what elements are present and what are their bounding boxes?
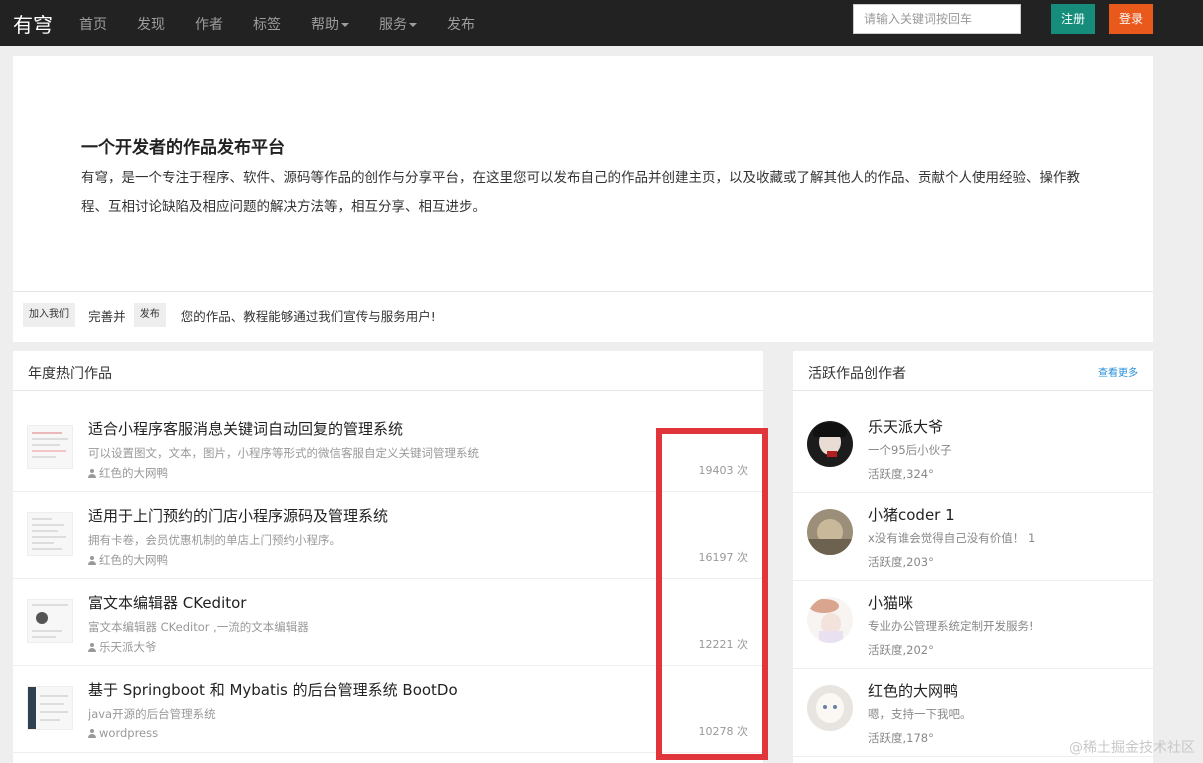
- avatar[interactable]: [807, 597, 853, 643]
- author-item[interactable]: 小猫咪 专业办公管理系统定制开发服务! 活跃度,202°: [793, 581, 1153, 669]
- user-icon: [88, 643, 96, 652]
- register-button[interactable]: 注册: [1051, 4, 1095, 34]
- login-button[interactable]: 登录: [1109, 4, 1153, 34]
- nav-services-dropdown[interactable]: 服务: [379, 14, 417, 34]
- nav-authors[interactable]: 作者: [195, 14, 223, 34]
- work-author[interactable]: wordpress: [88, 726, 158, 740]
- author-activity: 活跃度,203°: [868, 555, 934, 569]
- divider: [13, 291, 1153, 292]
- join-text-suffix: 您的作品、教程能够通过我们宣传与服务用户!: [180, 308, 436, 324]
- author-name[interactable]: 小猫咪: [868, 592, 913, 613]
- thumb-sidebar: [28, 687, 36, 729]
- author-bio: 嗯，支持一下我吧。: [868, 707, 972, 721]
- work-item[interactable]: 适合小程序客服消息关键词自动回复的管理系统 可以设置图文，文本，图片，小程序等形…: [13, 405, 763, 492]
- work-author-name: 红色的大网鸭: [99, 553, 168, 567]
- nav-help-dropdown[interactable]: 帮助: [311, 14, 349, 34]
- hot-works-panel: 年度热门作品 适合小程序客服消息关键词自动回复的管理系统 可以设置图文，文本，图…: [13, 351, 763, 763]
- work-description: 可以设置图文，文本，图片，小程序等形式的微信客服自定义关键词管理系统: [88, 446, 479, 460]
- hero-title: 一个开发者的作品发布平台: [81, 138, 285, 158]
- work-item[interactable]: 基于 Springboot 和 Mybatis 的后台管理系统 BootDo j…: [13, 666, 763, 753]
- join-text-prefix: 完善并: [88, 308, 126, 324]
- work-author[interactable]: 乐天派大爷: [88, 639, 157, 655]
- work-description: 富文本编辑器 CKeditor ,一流的文本编辑器: [88, 620, 309, 634]
- panel-header: 活跃作品创作者 查看更多: [793, 351, 1153, 391]
- work-description: 拥有卡卷，会员优惠机制的单店上门预约小程序。: [88, 533, 341, 547]
- author-item[interactable]: 乐天派大爷 一个95后小伙子 活跃度,324°: [793, 405, 1153, 493]
- view-count: 19403 次: [698, 464, 749, 477]
- top-navbar: 有穹 首页 发现 作者 标签 帮助 服务 发布 注册 登录: [0, 0, 1203, 46]
- nav-help-label: 帮助: [311, 17, 339, 33]
- panel-header: 年度热门作品: [13, 351, 763, 391]
- nav-publish[interactable]: 发布: [447, 14, 475, 34]
- work-author[interactable]: 红色的大网鸭: [88, 552, 168, 568]
- active-authors-panel: 活跃作品创作者 查看更多 乐天派大爷 一个95后小伙子 活跃度,324° 小猪c…: [793, 351, 1153, 763]
- author-activity: 活跃度,178°: [868, 731, 934, 745]
- work-thumbnail[interactable]: [27, 599, 73, 643]
- thumb-graphic: [36, 612, 48, 624]
- author-activity: 活跃度,202°: [868, 643, 934, 657]
- work-title[interactable]: 适用于上门预约的门店小程序源码及管理系统: [88, 505, 388, 526]
- join-us-button[interactable]: 加入我们: [23, 303, 75, 327]
- nav-services-label: 服务: [379, 17, 407, 33]
- work-thumbnail[interactable]: [27, 512, 73, 556]
- join-bar: 加入我们 完善并 发布 您的作品、教程能够通过我们宣传与服务用户!: [23, 303, 436, 329]
- user-icon: [88, 729, 96, 738]
- see-more-link[interactable]: 查看更多: [1098, 364, 1138, 379]
- author-item[interactable]: 小猪coder 1 x没有谁会觉得自己没有价值！ 1 活跃度,203°: [793, 493, 1153, 581]
- avatar[interactable]: [807, 421, 853, 467]
- view-count: 10278 次: [698, 725, 749, 738]
- work-author[interactable]: 红色的大网鸭: [88, 465, 168, 481]
- author-name[interactable]: 小猪coder 1: [868, 504, 955, 525]
- nav-home[interactable]: 首页: [79, 14, 107, 34]
- work-item[interactable]: 富文本编辑器 CKeditor 富文本编辑器 CKeditor ,一流的文本编辑…: [13, 579, 763, 666]
- avatar[interactable]: [807, 685, 853, 731]
- author-activity: 活跃度,324°: [868, 467, 934, 481]
- work-author-name: wordpress: [99, 726, 159, 740]
- nav-tags[interactable]: 标签: [253, 14, 281, 34]
- brand-logo[interactable]: 有穹: [13, 9, 53, 38]
- work-author-name: 红色的大网鸭: [99, 466, 168, 480]
- work-thumbnail[interactable]: [27, 425, 73, 469]
- work-title[interactable]: 适合小程序客服消息关键词自动回复的管理系统: [88, 418, 403, 439]
- watermark: @稀土掘金技术社区: [1069, 740, 1195, 756]
- author-bio: 一个95后小伙子: [868, 443, 952, 457]
- user-icon: [88, 556, 96, 565]
- work-title[interactable]: 富文本编辑器 CKeditor: [88, 592, 246, 613]
- work-thumbnail[interactable]: [27, 686, 73, 730]
- hot-works-title: 年度热门作品: [28, 366, 112, 382]
- author-bio: x没有谁会觉得自己没有价值！ 1: [868, 531, 1036, 545]
- chevron-down-icon: [341, 23, 349, 27]
- work-item[interactable]: 适用于上门预约的门店小程序源码及管理系统 拥有卡卷，会员优惠机制的单店上门预约小…: [13, 492, 763, 579]
- work-author-name: 乐天派大爷: [99, 640, 157, 654]
- author-name[interactable]: 乐天派大爷: [868, 416, 943, 437]
- avatar[interactable]: [807, 509, 853, 555]
- user-icon: [88, 469, 96, 478]
- search-input[interactable]: [853, 4, 1021, 34]
- hero-description: 有穹，是一个专注于程序、软件、源码等作品的创作与分享平台，在这里您可以发布自己的…: [81, 170, 1080, 215]
- chevron-down-icon: [409, 23, 417, 27]
- hero-section: 一个开发者的作品发布平台 有穹，是一个专注于程序、软件、源码等作品的创作与分享平…: [13, 56, 1153, 342]
- author-bio: 专业办公管理系统定制开发服务!: [868, 619, 1034, 633]
- publish-tag-button[interactable]: 发布: [133, 303, 166, 327]
- view-count: 12221 次: [698, 638, 749, 651]
- active-authors-title: 活跃作品创作者: [808, 366, 906, 382]
- work-description: java开源的后台管理系统: [88, 707, 216, 721]
- nav-discover[interactable]: 发现: [137, 14, 165, 34]
- view-count: 16197 次: [698, 551, 749, 564]
- work-title[interactable]: 基于 Springboot 和 Mybatis 的后台管理系统 BootDo: [88, 679, 458, 700]
- author-name[interactable]: 红色的大网鸭: [868, 680, 958, 701]
